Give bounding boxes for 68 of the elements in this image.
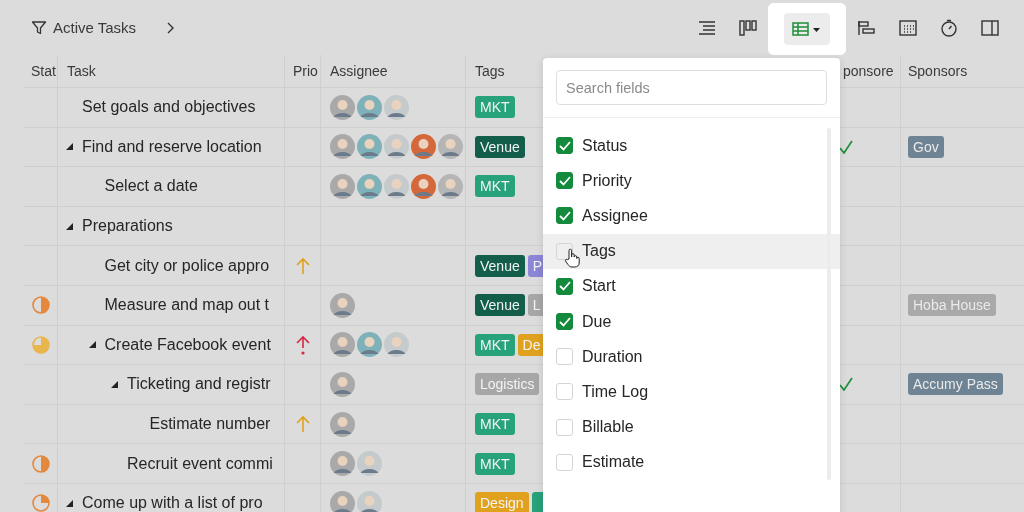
task-name[interactable]: Recruit event commi [127, 454, 273, 473]
expanded-caret-icon[interactable] [66, 499, 73, 507]
expanded-caret-icon[interactable] [66, 143, 73, 151]
task-name[interactable]: Measure and map out t [104, 296, 270, 315]
tag: MKT [475, 333, 515, 356]
field-option[interactable]: Due [543, 303, 824, 340]
tag: Design [475, 492, 529, 512]
stopwatch-icon [939, 18, 958, 37]
tag: Venue [475, 135, 525, 158]
field-option[interactable]: Duration [543, 339, 824, 375]
search-field[interactable]: Search fields [556, 70, 827, 105]
expanded-caret-icon[interactable] [66, 222, 73, 230]
board-icon [738, 19, 757, 36]
column-header[interactable]: Tags [475, 63, 505, 79]
tag: MKT [475, 452, 515, 475]
table-icon [784, 12, 830, 45]
arrow-up-icon [295, 415, 310, 434]
field-option[interactable]: Billable [543, 409, 824, 445]
column-header[interactable]: ponsore [843, 63, 894, 79]
field-option[interactable]: Tags [543, 233, 840, 269]
field-option[interactable]: Time Log [543, 374, 824, 410]
tag: Venue [475, 254, 525, 277]
filter-icon [31, 19, 47, 36]
task-name[interactable]: Find and reserve location [82, 137, 262, 156]
sponsor-tag: Accumy Pass [908, 373, 1003, 396]
tag: MKT [475, 175, 515, 198]
calendar-icon [898, 19, 917, 36]
tag: MKT [475, 96, 515, 119]
task-name[interactable]: Ticketing and registr [127, 375, 271, 394]
expanded-caret-icon[interactable] [111, 380, 118, 388]
column-header[interactable]: Task [67, 63, 96, 79]
gantt-icon [857, 19, 876, 36]
expanded-caret-icon[interactable] [88, 341, 96, 349]
field-option[interactable]: Priority [543, 163, 824, 199]
field-option[interactable]: Status [543, 128, 824, 164]
tag: De [517, 333, 546, 356]
column-header[interactable]: Stat [31, 63, 56, 79]
sponsor-tag: Gov [908, 135, 944, 158]
column-header[interactable]: Sponsors [908, 63, 968, 79]
arrow-up-icon [295, 256, 310, 275]
task-name[interactable]: Create Facebook event [104, 335, 271, 354]
sponsor-tag: Hoba House [908, 294, 996, 317]
urgent-arrow-icon [295, 334, 310, 355]
column-header[interactable]: Prio [293, 63, 318, 79]
checkbox[interactable] [556, 137, 573, 155]
checkbox[interactable] [556, 172, 573, 190]
tag: Venue [475, 294, 525, 317]
filter-button[interactable]: Active Tasks [31, 19, 137, 36]
table-view-button[interactable] [768, 2, 846, 55]
checkbox[interactable] [556, 207, 573, 225]
filter-label: Active Tasks [53, 19, 137, 36]
checkbox[interactable] [556, 313, 573, 331]
task-name[interactable]: Set goals and objectives [82, 98, 256, 117]
task-name[interactable]: Come up with a list of pro [82, 494, 263, 512]
tag: MKT [475, 413, 515, 436]
task-name[interactable]: Estimate number [149, 415, 271, 434]
column-header[interactable]: Assignee [330, 63, 388, 79]
field-option[interactable]: Estimate [543, 444, 824, 480]
chevron-right-icon[interactable] [166, 21, 175, 34]
tag: Logistics [475, 373, 540, 396]
checkbox[interactable] [556, 277, 573, 295]
field-option[interactable]: Assignee [543, 198, 824, 234]
side-panel-icon [980, 19, 999, 36]
hand-cursor-icon [564, 247, 580, 268]
outline-icon [697, 20, 716, 35]
task-name[interactable]: Select a date [104, 177, 198, 196]
task-name[interactable]: Get city or police appro [104, 256, 270, 275]
task-name[interactable]: Preparations [82, 217, 173, 236]
